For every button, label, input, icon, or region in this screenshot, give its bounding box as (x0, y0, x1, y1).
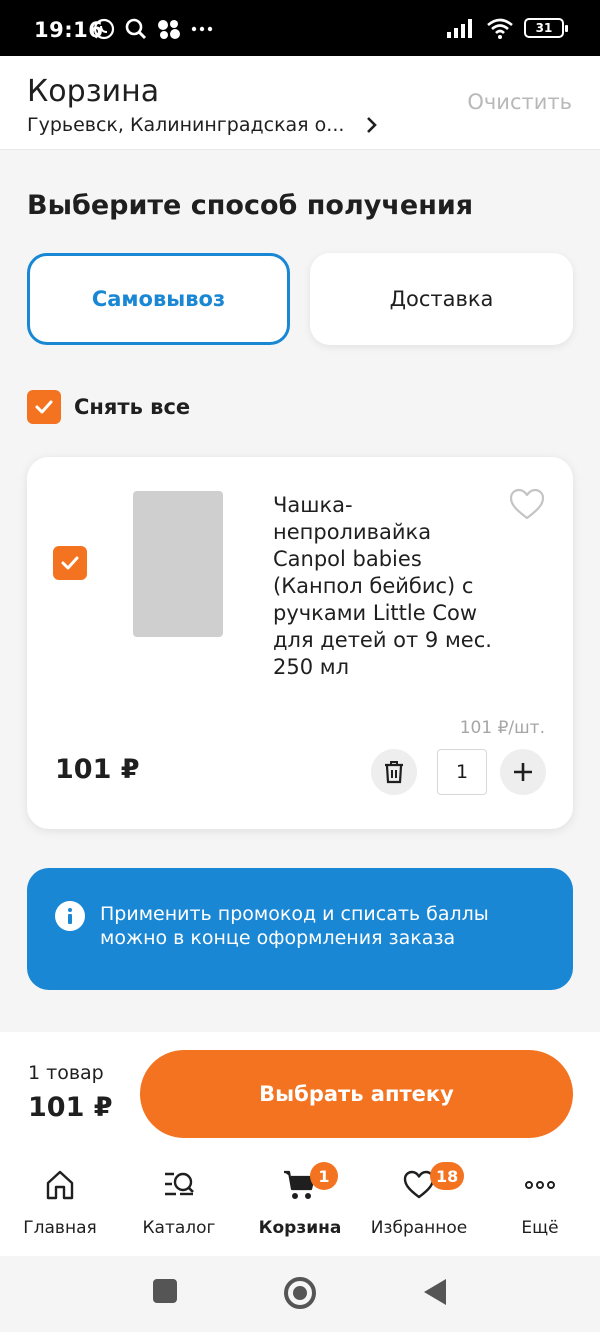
info-icon (55, 901, 85, 931)
checkmark-icon (35, 400, 53, 414)
bottom-tab-bar: Главная Каталог 1 Корзина 18 Избранное Е… (0, 1156, 600, 1256)
cart-count-badge: 1 (310, 1162, 338, 1190)
favorites-count-badge: 18 (430, 1162, 465, 1190)
home-icon (46, 1170, 74, 1200)
increase-quantity-button[interactable] (500, 749, 546, 795)
select-all-checkbox[interactable] (27, 390, 61, 424)
back-icon[interactable] (422, 1278, 448, 1306)
catalog-search-icon (165, 1172, 194, 1196)
tab-more[interactable]: Ещё (480, 1168, 600, 1248)
promo-info-text: Применить промокод и списать баллы можно… (100, 903, 489, 949)
system-navigation-bar (0, 1256, 600, 1332)
delivery-method-heading: Выберите способ получения (27, 190, 474, 221)
tab-favorites-label: Избранное (370, 1218, 468, 1238)
order-total: 101 ₽ (28, 1092, 113, 1123)
tab-more-label: Ещё (521, 1218, 559, 1238)
location-label: Гурьевск, Калининградская о... (27, 114, 345, 136)
item-checkbox[interactable] (53, 546, 87, 580)
recent-apps-icon[interactable] (152, 1278, 178, 1304)
product-name[interactable]: Чашка-непроливайка Canpol babies (Канпол… (273, 492, 503, 681)
home-button-icon[interactable] (283, 1276, 317, 1310)
chevron-right-icon (367, 117, 378, 133)
select-all-toggle[interactable]: Снять все (27, 390, 190, 424)
remove-item-button[interactable] (371, 749, 417, 795)
tab-catalog[interactable]: Каталог (119, 1168, 239, 1248)
cart-header: Корзина Очистить Гурьевск, Калининградск… (0, 56, 600, 150)
tab-home-label: Главная (23, 1218, 97, 1238)
tab-favorites[interactable]: 18 Избранное (359, 1162, 479, 1248)
item-total-price: 101 ₽ (55, 754, 140, 785)
pickup-option-button[interactable]: Самовывоз (27, 253, 290, 345)
favorite-heart-icon[interactable] (509, 487, 545, 521)
trash-icon (385, 761, 403, 784)
search-icon (125, 18, 147, 40)
location-selector[interactable]: Гурьевск, Калининградская о... (27, 114, 378, 136)
product-image[interactable] (133, 491, 223, 637)
tab-cart[interactable]: 1 Корзина (240, 1162, 360, 1248)
item-count: 1 товар (28, 1062, 104, 1084)
plus-icon (514, 763, 532, 781)
status-bar: 19:16 31 (0, 0, 600, 56)
tab-home[interactable]: Главная (0, 1168, 120, 1248)
clear-cart-button[interactable]: Очистить (467, 90, 572, 114)
page-title: Корзина (27, 74, 160, 109)
promo-info-banner: Применить промокод и списать баллы можно… (27, 868, 573, 990)
choose-pharmacy-button[interactable]: Выбрать аптеку (140, 1050, 573, 1138)
app-cluster-icon (158, 20, 180, 39)
delivery-option-button[interactable]: Доставка (310, 253, 573, 345)
select-all-label: Снять все (74, 395, 191, 419)
order-summary-bar: 1 товар 101 ₽ Выбрать аптеку (0, 1032, 600, 1156)
wifi-icon (487, 18, 513, 39)
quantity-field[interactable]: 1 (437, 749, 487, 795)
cart-item-card: Чашка-непроливайка Canpol babies (Канпол… (27, 457, 573, 829)
more-icon (525, 1181, 555, 1189)
more-notifications-icon (191, 26, 213, 32)
unit-price: 101 ₽/шт. (459, 718, 545, 738)
tab-cart-label: Корзина (258, 1218, 342, 1238)
tab-catalog-label: Каталог (142, 1218, 216, 1238)
signal-icon (447, 19, 472, 38)
battery-icon: 31 (524, 18, 568, 38)
whatsapp-icon (93, 18, 115, 40)
checkmark-icon (61, 556, 79, 570)
